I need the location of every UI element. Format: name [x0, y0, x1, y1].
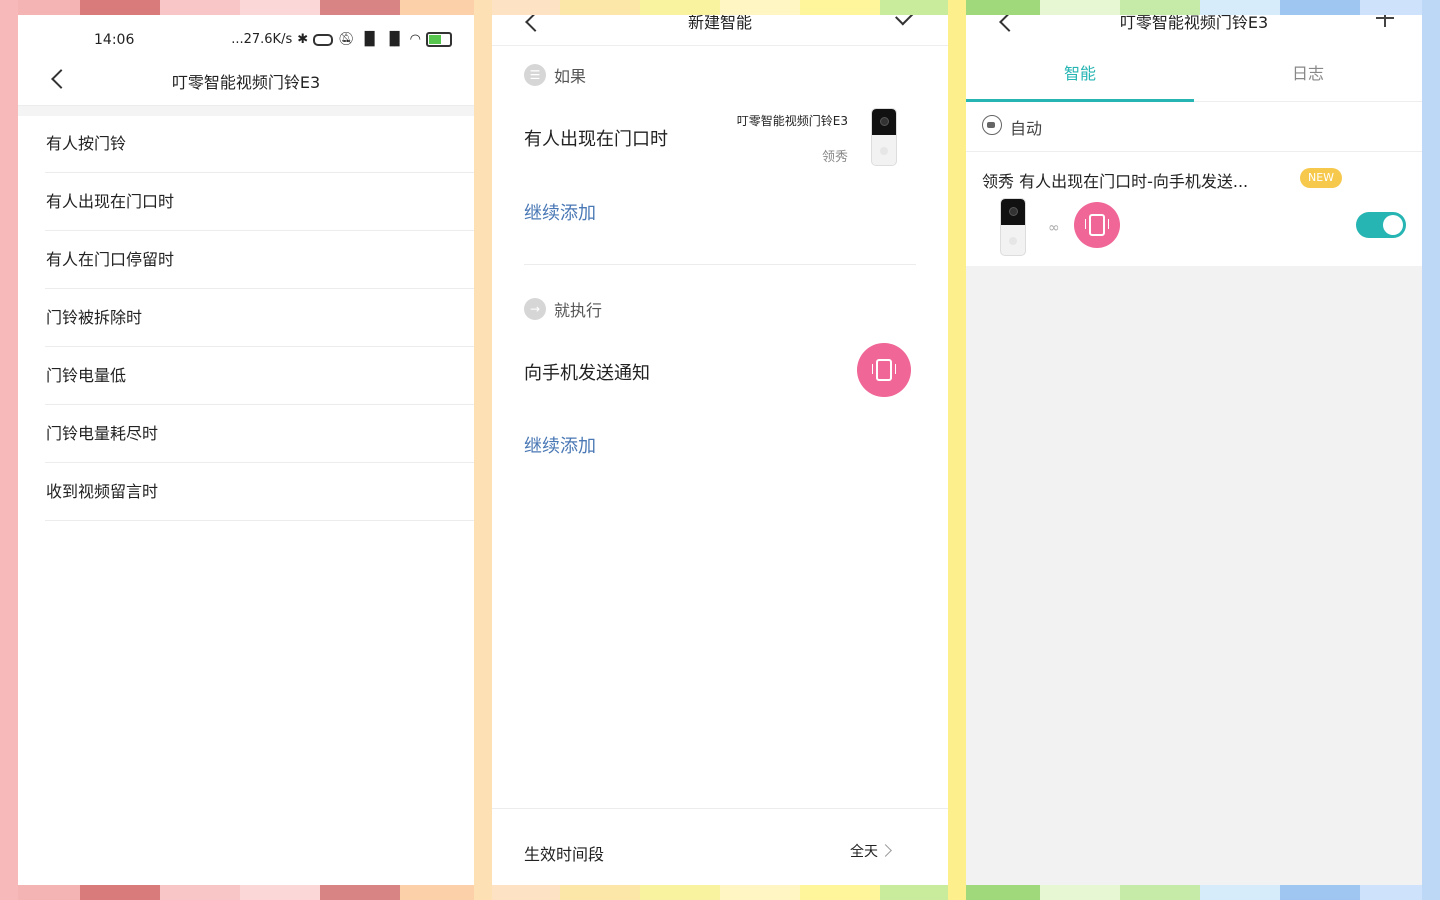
device-room: 领秀 — [821, 150, 848, 165]
tab-log[interactable]: 日志 — [1194, 45, 1422, 101]
trigger-item[interactable]: 有人在门口停留时 — [18, 231, 474, 289]
list-icon: ☰ — [524, 64, 546, 86]
status-time: 14:06 — [94, 32, 135, 48]
if-label: 如果 — [554, 67, 587, 86]
chevron-right-icon — [879, 844, 892, 857]
condition-label: 有人出现在门口时 — [524, 129, 668, 150]
trigger-item[interactable]: 门铃被拆除时 — [18, 289, 474, 347]
trigger-select-screen: 14:06 ...27.6K/s ✱ 🔕︎ ▐▌ ▐▌ ◠ 叮零智能视频门铃E3… — [18, 15, 474, 885]
effective-time-row[interactable]: 生效时间段 全天 — [492, 808, 948, 885]
toggle-knob — [1383, 215, 1403, 235]
background-stripe-top — [0, 0, 1440, 15]
new-automation-screen: 新建智能 ☰ 如果 有人出现在门口时 叮零智能视频门铃E3 领秀 继续添加 → … — [492, 15, 948, 885]
page-title: 新建智能 — [687, 15, 752, 32]
phone-vibrate-icon — [1074, 202, 1120, 248]
rule-title: 领秀 有人出现在门口时-向手机发送... — [982, 172, 1249, 191]
link-chain-icon: ∞ — [1048, 220, 1060, 236]
phone-vibrate-icon — [857, 343, 911, 397]
page-title: 叮零智能视频门铃E3 — [171, 73, 321, 92]
effective-time-value: 全天 — [850, 844, 878, 860]
trigger-item[interactable]: 有人按门铃 — [18, 115, 474, 173]
if-section-label: ☰ 如果 — [524, 63, 586, 87]
doorbell-device-icon — [871, 108, 897, 166]
trigger-item[interactable]: 门铃电量低 — [18, 347, 474, 405]
signal-hd-icon: ▐▌ — [359, 32, 380, 47]
battery-icon — [426, 32, 452, 47]
bluetooth-icon: ✱ — [297, 32, 309, 47]
status-icons: ...27.6K/s ✱ 🔕︎ ▐▌ ▐▌ ◠ — [231, 32, 452, 47]
device-name: 叮零智能视频门铃E3 — [736, 114, 848, 128]
new-badge: NEW — [1300, 168, 1342, 188]
nav-bar: 叮零智能视频门铃E3 — [966, 15, 1422, 45]
background-gap-2 — [948, 0, 966, 900]
then-section-label: → 就执行 — [524, 297, 602, 321]
mute-icon: 🔕︎ — [338, 32, 355, 47]
automation-rule-card[interactable]: 领秀 有人出现在门口时-向手机发送... NEW ∞ — [966, 152, 1422, 266]
wifi-icon: ◠ — [409, 32, 421, 47]
effective-time-label: 生效时间段 — [524, 845, 605, 864]
tab-bar: 智能 日志 — [966, 45, 1422, 102]
background-gap-1 — [474, 0, 492, 900]
background-stripe-bottom — [0, 885, 1440, 900]
signal-icon: ▐▌ — [384, 32, 405, 47]
robot-icon — [982, 115, 1002, 135]
status-bar: 14:06 ...27.6K/s ✱ 🔕︎ ▐▌ ▐▌ ◠ — [18, 32, 474, 52]
network-speed: ...27.6K/s — [231, 32, 293, 47]
doorbell-device-icon — [1000, 198, 1026, 256]
background-side-left — [0, 0, 18, 900]
auto-label: 自动 — [1010, 119, 1043, 138]
section-divider — [524, 264, 916, 265]
arrow-right-icon: → — [524, 298, 546, 320]
add-condition-link[interactable]: 继续添加 — [524, 199, 596, 225]
background-side-right — [1422, 0, 1440, 900]
trigger-item[interactable]: 收到视频留言时 — [18, 463, 474, 521]
then-label: 就执行 — [554, 301, 603, 320]
tab-smart[interactable]: 智能 — [966, 45, 1194, 101]
headset-icon — [313, 33, 334, 46]
trigger-item[interactable]: 有人出现在门口时 — [18, 173, 474, 231]
rule-enable-toggle[interactable] — [1356, 212, 1406, 238]
action-label: 向手机发送通知 — [524, 363, 650, 384]
nav-bar: 叮零智能视频门铃E3 — [18, 63, 474, 99]
add-plus-icon[interactable] — [1376, 15, 1394, 27]
nav-bar: 新建智能 — [492, 15, 948, 46]
auto-section-header: 自动 — [966, 101, 1422, 152]
trigger-item[interactable]: 门铃电量耗尽时 — [18, 405, 474, 463]
device-automation-screen: 叮零智能视频门铃E3 智能 日志 自动 领秀 有人出现在门口时-向手机发送...… — [966, 15, 1422, 885]
trigger-list: 有人按门铃 有人出现在门口时 有人在门口停留时 门铃被拆除时 门铃电量低 门铃电… — [18, 115, 474, 521]
add-action-link[interactable]: 继续添加 — [524, 432, 596, 458]
page-title: 叮零智能视频门铃E3 — [1119, 15, 1269, 32]
empty-list-area — [966, 266, 1422, 885]
